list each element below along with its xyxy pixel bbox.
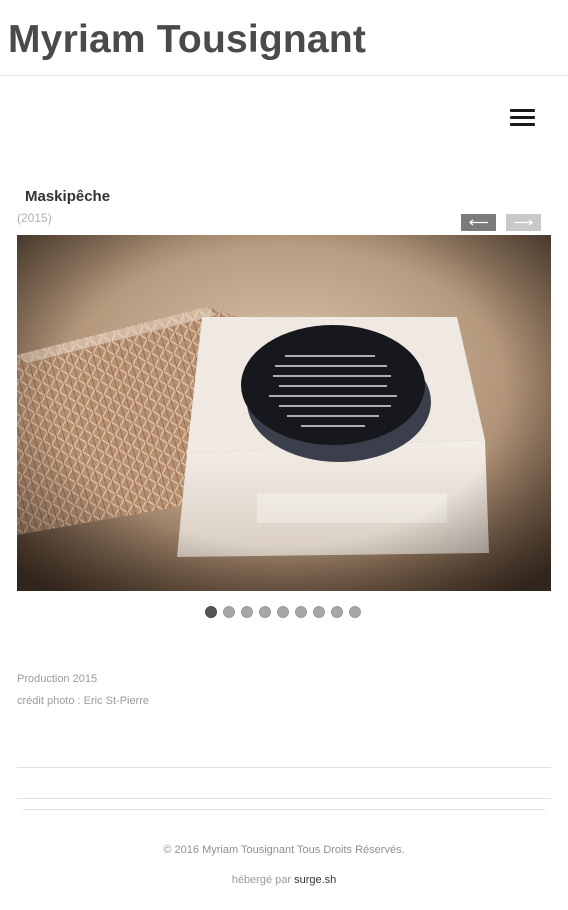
site-header: Myriam Tousignant — [0, 0, 568, 76]
footer-divider — [23, 809, 545, 810]
surge-link[interactable]: surge.sh — [294, 874, 336, 886]
arrow-left-icon — [469, 219, 488, 226]
production-year: Production 2015 — [17, 673, 98, 685]
slide-dot[interactable] — [205, 606, 217, 618]
next-project-button[interactable] — [506, 214, 541, 231]
arrow-right-icon — [514, 219, 533, 226]
slide-dot[interactable] — [349, 606, 361, 618]
photo-credit: crédit photo : Eric St-Pierre — [17, 695, 150, 707]
slide-dot[interactable] — [277, 606, 289, 618]
hosted-by: hébergé par surge.sh — [0, 873, 568, 887]
slideshow-image[interactable] — [17, 235, 551, 591]
hosted-by-label: hébergé par — [231, 874, 292, 886]
copyright-text: © 2016 Myriam Tousignant Tous Droits Rés… — [163, 844, 405, 856]
slide-dot[interactable] — [295, 606, 307, 618]
slide-pagination — [205, 606, 361, 618]
previous-project-button[interactable] — [461, 214, 496, 231]
hamburger-menu-icon[interactable] — [508, 106, 536, 130]
slide-dot[interactable] — [259, 606, 271, 618]
slide-dot[interactable] — [241, 606, 253, 618]
slide-dot[interactable] — [223, 606, 235, 618]
site-title[interactable]: Myriam Tousignant — [8, 18, 366, 62]
project-title: Maskipêche — [25, 188, 111, 205]
slide-dot[interactable] — [313, 606, 325, 618]
divider — [17, 798, 551, 799]
divider — [17, 767, 551, 768]
slide-dot[interactable] — [331, 606, 343, 618]
project-year: (2015) — [17, 211, 52, 225]
